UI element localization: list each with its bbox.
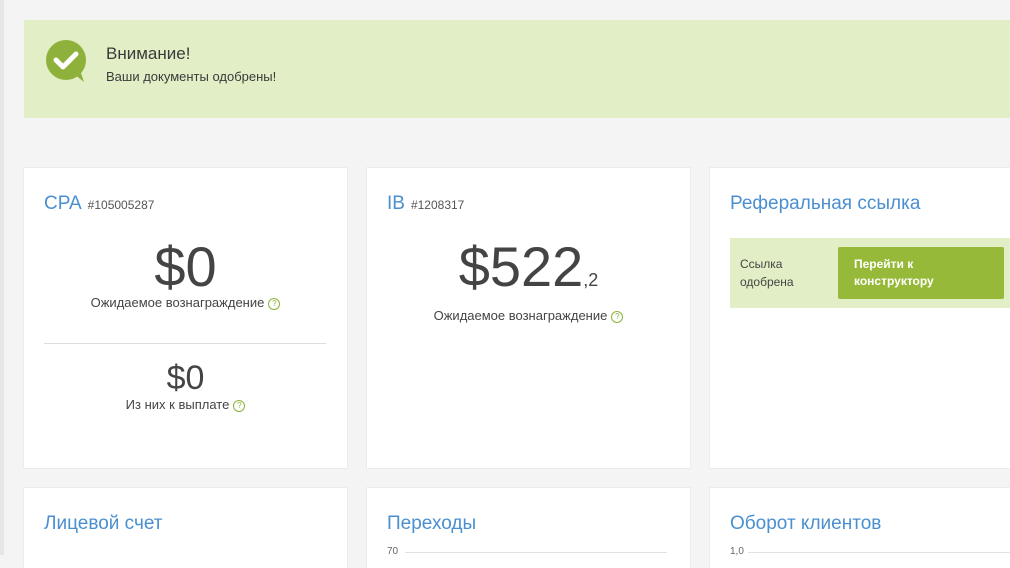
cpa-payout-caption: Из них к выплате? [24, 397, 347, 412]
ib-expected-main: $522 [458, 235, 584, 298]
cpa-title[interactable]: CPA #105005287 [44, 193, 154, 215]
help-icon[interactable]: ? [233, 399, 246, 412]
cpa-expected-label: Ожидаемое вознаграждение [90, 295, 265, 310]
ib-expected-fraction: ,2 [583, 270, 599, 290]
sidebar-edge [0, 0, 4, 555]
clicks-card: Переходы 70 [367, 488, 690, 568]
account-title: Лицевой счет [44, 513, 163, 534]
cpa-payout-amount: $0 [166, 359, 205, 397]
ib-expected-caption: Ожидаемое вознаграждение? [367, 308, 690, 323]
ib-card: IB #1208317 $522,2 Ожидаемое вознагражден… [367, 168, 690, 468]
ib-title[interactable]: IB #1208317 [387, 193, 464, 215]
ib-expected-label: Ожидаемое вознаграждение [433, 308, 608, 323]
go-to-builder-button[interactable]: Перейти к конструктору [838, 247, 1004, 299]
referral-status: Ссылка одобрена [740, 257, 794, 289]
ib-label: IB [387, 193, 405, 214]
help-icon[interactable]: ? [268, 297, 281, 310]
referral-card: Реферальная ссылка Ссылка одобрена Перей… [710, 168, 1010, 468]
approval-alert: Внимание! Ваши документы одобрены! [24, 20, 1010, 118]
checkmark-icon [46, 40, 86, 82]
cpa-expected-caption: Ожидаемое вознаграждение? [24, 295, 347, 310]
cpa-card: CPA #105005287 $0 Ожидаемое вознаграждени… [24, 168, 347, 468]
cpa-number: #105005287 [87, 198, 155, 212]
alert-title: Внимание! [106, 44, 191, 63]
turnover-axis-tick: 1,0 [730, 546, 744, 557]
cpa-payout-label: Из них к выплате [125, 397, 230, 412]
clicks-axis-tick: 70 [387, 546, 399, 557]
turnover-card: Оборот клиентов 1,0 [710, 488, 1010, 568]
clicks-title: Переходы [387, 513, 477, 534]
clicks-gridline [405, 552, 667, 553]
referral-status-box: Ссылка одобрена Перейти к конструктору [730, 238, 1010, 308]
cpa-expected-amount: $0 [154, 235, 217, 298]
turnover-gridline [748, 552, 1010, 553]
turnover-title: Оборот клиентов [730, 513, 882, 534]
cpa-label: CPA [44, 193, 82, 214]
referral-title: Реферальная ссылка [730, 193, 921, 214]
ib-number: #1208317 [410, 198, 465, 212]
alert-text: Ваши документы одобрены! [106, 69, 277, 84]
help-icon[interactable]: ? [611, 310, 624, 323]
divider [44, 343, 326, 344]
ib-expected-amount: $522,2 [367, 234, 690, 299]
account-card: Лицевой счет [24, 488, 347, 568]
